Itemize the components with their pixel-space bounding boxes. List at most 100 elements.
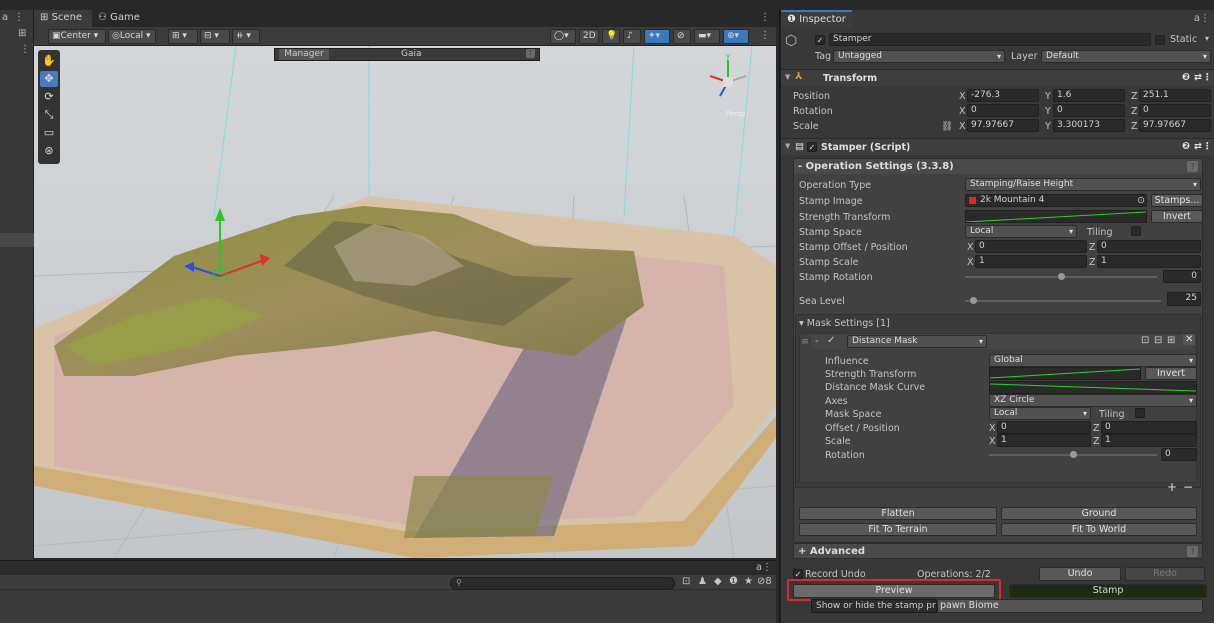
chevron-down-icon[interactable]: ▼ [785, 73, 790, 81]
redo-button[interactable]: Redo [1125, 567, 1205, 581]
strength-curve-field[interactable] [965, 210, 1147, 223]
star-icon[interactable]: ★ [744, 576, 753, 587]
spawn-biome-button[interactable]: pawn Biome [937, 599, 1203, 613]
kebab-menu-icon[interactable]: ⋮ [762, 562, 772, 573]
rect-tool-icon[interactable]: ▭ [40, 125, 58, 141]
object-name-field[interactable]: Stamper [829, 33, 1151, 46]
gaia-manager-button[interactable]: Manager [279, 49, 329, 60]
tab-scene[interactable]: ⊞ Scene [34, 10, 92, 27]
grid-visibility-button[interactable]: ⊟ ▾ [200, 29, 230, 44]
remove-mask-icon[interactable]: − [1183, 480, 1193, 494]
stamp-button[interactable]: Stamp [1009, 584, 1207, 598]
mask-tiling-checkbox[interactable] [1135, 408, 1145, 418]
rotation-x-field[interactable]: 0 [967, 104, 1039, 117]
tag-icon[interactable]: ◆ [714, 576, 722, 587]
drag-handle-icon[interactable]: ≡ [801, 336, 809, 347]
kebab-menu-icon[interactable]: ⋮ [20, 44, 30, 55]
toggle-2d-button[interactable]: 2D [579, 29, 599, 44]
fit-to-terrain-button[interactable]: Fit To Terrain [799, 523, 997, 536]
hidden-count-icon[interactable]: ⊘8 [757, 576, 772, 587]
kebab-menu-icon[interactable]: ⋮ [1203, 141, 1213, 152]
grid-snap-button[interactable]: ⊞ ▾ [168, 29, 198, 44]
mask-invert-button[interactable]: Invert [1145, 367, 1197, 380]
stamp-rotation-slider[interactable] [1058, 273, 1065, 280]
mask-offset-z-field[interactable]: 0 [1101, 421, 1197, 434]
kebab-menu-icon[interactable]: ⋮ [14, 12, 24, 23]
invert-button[interactable]: Invert [1151, 210, 1203, 223]
collapse-icon[interactable]: - [815, 336, 819, 347]
tab-inspector[interactable]: ❶ Inspector [781, 10, 852, 28]
audio-toggle-icon[interactable]: ♪ [623, 29, 641, 44]
position-y-field[interactable]: 1.6 [1053, 89, 1125, 102]
tiling-checkbox[interactable] [1131, 226, 1141, 236]
rotate-tool-icon[interactable]: ⟳ [40, 89, 58, 105]
link-icon[interactable]: ⛓ [941, 121, 953, 132]
stamp-space-dropdown[interactable]: Local [965, 225, 1077, 238]
visibility-icon[interactable]: ⊞ [1167, 335, 1175, 346]
influence-dropdown[interactable]: Global [989, 354, 1197, 367]
orientation-gizmo[interactable]: y Persp [698, 52, 758, 118]
preview-button[interactable]: Preview [793, 584, 995, 598]
draw-mode-dropdown[interactable]: ◯▾ [550, 29, 576, 44]
ground-button[interactable]: Ground [1001, 507, 1197, 520]
scale-y-field[interactable]: 3.300173 [1053, 119, 1125, 132]
stamp-offset-x-field[interactable]: 0 [975, 240, 1087, 253]
object-picker-icon[interactable]: ⊙ [1137, 195, 1145, 206]
stamp-scale-z-field[interactable]: 1 [1097, 255, 1201, 268]
paste-icon[interactable]: ⊟ [1154, 335, 1162, 346]
flatten-button[interactable]: Flatten [799, 507, 997, 520]
collapse-icon[interactable]: ⊡ [682, 576, 690, 587]
sea-level-slider[interactable] [969, 297, 977, 304]
pivot-local-dropdown[interactable]: ◎Local ▾ [108, 29, 156, 44]
layer-dropdown[interactable]: Default [1041, 50, 1211, 63]
distance-mask-curve-field[interactable] [989, 381, 1197, 394]
help-icon[interactable]: ❷ [1182, 141, 1190, 152]
undo-button[interactable]: Undo [1039, 567, 1121, 581]
effects-dropdown-icon[interactable]: ✦▾ [644, 29, 670, 44]
record-undo-checkbox[interactable]: ✓ [793, 569, 803, 579]
lock-icon[interactable]: a [2, 12, 8, 23]
stamps-button[interactable]: Stamps... [1151, 194, 1203, 207]
add-icon[interactable]: ⊞ [18, 28, 26, 39]
mask-enabled-checkbox[interactable]: ✓ [827, 335, 835, 346]
rotation-z-field[interactable]: 0 [1139, 104, 1211, 117]
copy-icon[interactable]: ⊡ [1141, 335, 1149, 346]
mask-item-header[interactable]: - ✓ Distance Mask ⊡ ⊟ ⊞ ✕ [811, 334, 1196, 349]
kebab-menu-icon[interactable]: ⋮ [760, 12, 770, 23]
stamp-offset-z-field[interactable]: 0 [1097, 240, 1201, 253]
close-icon[interactable]: ✕ [1183, 334, 1196, 345]
advanced-foldout[interactable]: + Advanced ? [793, 543, 1203, 559]
position-x-field[interactable]: -276.3 [967, 89, 1039, 102]
person-filter-icon[interactable]: ♟ [698, 576, 707, 587]
help-icon[interactable]: ❷ [1182, 72, 1190, 83]
stamp-rotation-field[interactable]: 0 [1163, 270, 1201, 283]
active-checkbox[interactable]: ✓ [815, 35, 825, 45]
add-mask-icon[interactable]: + [1167, 480, 1177, 494]
info-icon[interactable]: ❶ [729, 576, 738, 587]
stamper-script-header[interactable]: ▼ ▤ ✓ Stamper (Script) ❷ ⇄ ⋮ [781, 138, 1214, 155]
pivot-center-dropdown[interactable]: ▣Center ▾ [48, 29, 106, 44]
scale-z-field[interactable]: 97.97667 [1139, 119, 1211, 132]
mask-settings-foldout[interactable]: ▾ Mask Settings [1] [799, 318, 890, 329]
projection-label[interactable]: Persp [726, 110, 745, 118]
mask-rotation-slider[interactable] [1070, 451, 1077, 458]
kebab-menu-icon[interactable]: ⋮ [1203, 72, 1213, 83]
hand-tool-icon[interactable]: ✋ [40, 53, 58, 69]
camera-dropdown-icon[interactable]: ▬▾ [694, 29, 720, 44]
axes-dropdown[interactable]: XZ Circle [989, 394, 1197, 407]
help-icon[interactable]: ? [1187, 546, 1198, 557]
operation-settings-header[interactable]: - Operation Settings (3.3.8) ? [794, 159, 1202, 174]
help-icon[interactable]: ? [1187, 161, 1198, 172]
scene-viewport[interactable]: ✋ ✥ ⟳ ⤡ ▭ ⊛ Manager Gaia ? y Persp [34, 46, 776, 558]
sea-level-track[interactable] [965, 300, 1161, 302]
transform-tool-icon[interactable]: ⊛ [40, 143, 58, 159]
kebab-menu-icon[interactable]: ⋮ [760, 30, 770, 41]
mask-scale-x-field[interactable]: 1 [997, 434, 1091, 447]
script-enabled-checkbox[interactable]: ✓ [807, 142, 817, 152]
lighting-toggle-icon[interactable]: 💡 [602, 29, 620, 44]
static-checkbox[interactable] [1155, 35, 1165, 45]
scale-tool-icon[interactable]: ⤡ [40, 107, 58, 123]
fit-to-world-button[interactable]: Fit To World [1001, 523, 1197, 536]
operation-type-dropdown[interactable]: Stamping/Raise Height [965, 178, 1201, 191]
stamp-scale-x-field[interactable]: 1 [975, 255, 1087, 268]
